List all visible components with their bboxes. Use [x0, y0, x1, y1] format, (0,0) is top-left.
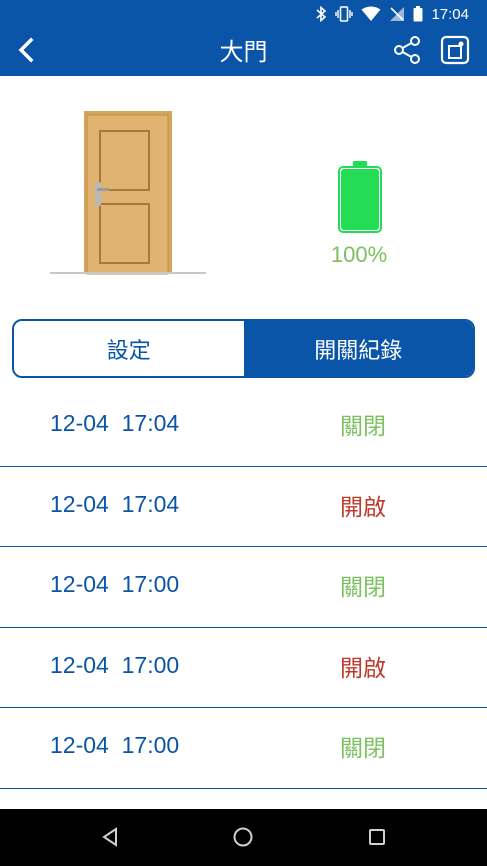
log-row[interactable]: 12-04 17:00 關閉: [0, 547, 487, 628]
battery-percent: 100%: [330, 242, 388, 267]
home-circle-icon: [232, 826, 254, 852]
nav-back-button[interactable]: [96, 825, 124, 853]
app-bar: 大門: [0, 28, 487, 76]
wifi-icon: [361, 6, 381, 22]
log-row[interactable]: 12-04 17:00 開啟: [0, 628, 487, 708]
battery-icon: [413, 6, 423, 22]
log-status: 關閉: [340, 575, 386, 601]
tab-group: 設定 開關紀錄: [12, 319, 475, 378]
share-button[interactable]: [390, 35, 424, 69]
log-row[interactable]: 12-04 17:00 關閉: [0, 708, 487, 789]
device-battery-indicator: [337, 158, 383, 234]
back-triangle-icon: [101, 827, 119, 851]
tab-switch-log[interactable]: 開關紀錄: [243, 321, 473, 376]
log-row[interactable]: 12-04 17:04 開啟: [0, 467, 487, 547]
log-datetime: 12-04 17:00: [50, 571, 180, 597]
no-signal-icon: [389, 6, 405, 22]
status-bar: 17:04: [0, 0, 487, 28]
log-row[interactable]: 12-04 17:04 關閉: [0, 386, 487, 467]
log-datetime: 12-04 17:04: [50, 490, 180, 517]
status-time: 17:04: [431, 5, 469, 23]
share-icon: [392, 35, 422, 69]
log-list: 12-04 17:04 關閉 12-04 17:04 開啟 12-04 17:0…: [0, 386, 487, 789]
vibrate-icon: [335, 6, 354, 22]
nav-recents-button[interactable]: [363, 825, 391, 853]
log-status: 開啟: [340, 655, 386, 682]
nav-home-button[interactable]: [229, 825, 257, 853]
device-info-icon: [440, 35, 470, 69]
system-nav-bar: [0, 809, 487, 866]
back-button[interactable]: [10, 36, 42, 68]
log-datetime: 12-04 17:00: [50, 651, 180, 678]
status-icons: 17:04: [315, 4, 469, 24]
door-illustration: [50, 108, 206, 278]
log-datetime: 12-04 17:00: [50, 732, 180, 758]
recents-square-icon: [368, 828, 386, 850]
log-status: 關閉: [340, 736, 386, 762]
device-info-button[interactable]: [439, 35, 471, 69]
log-status: 開啟: [340, 494, 386, 521]
log-datetime: 12-04 17:04: [50, 410, 180, 436]
log-status: 關閉: [340, 414, 386, 440]
chevron-left-icon: [16, 37, 36, 67]
tab-settings[interactable]: 設定: [14, 321, 244, 376]
bluetooth-icon: [315, 6, 327, 22]
